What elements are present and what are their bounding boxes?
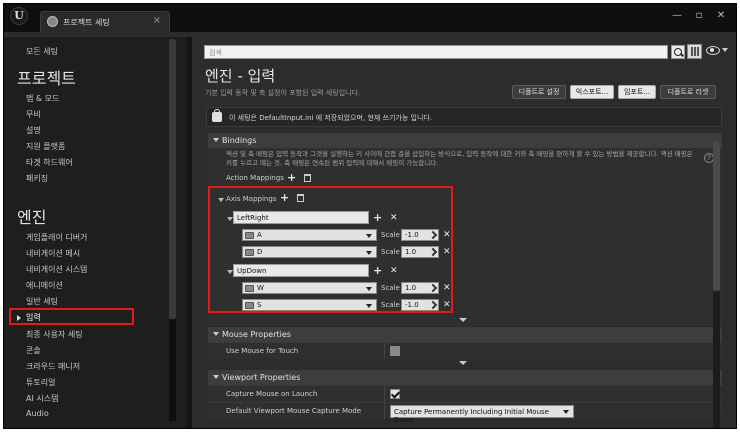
column-divider — [384, 343, 385, 359]
collapse-arrow-icon — [213, 138, 219, 142]
capture-mode-dropdown[interactable]: Capture Permanently Including Initial Mo… — [390, 405, 574, 424]
capture-mode-row: Default Viewport Mouse Capture Mode Capt… — [208, 402, 722, 424]
viewport-properties-title: Viewport Properties — [222, 373, 301, 382]
trash-icon[interactable] — [304, 174, 311, 182]
tab-label: 프로젝트 세팅 — [63, 18, 110, 27]
minimize-button[interactable]: — — [668, 9, 686, 23]
collapse-arrow-icon — [213, 375, 219, 379]
sidebar-item-gameplay-debugger[interactable]: 게임플레이 디버거 — [26, 232, 87, 243]
sidebar-item-maps-modes[interactable]: 맵 & 모드 — [26, 93, 59, 104]
sidebar-item-console[interactable]: 콘솔 — [26, 345, 41, 356]
sidebar-item-general-settings[interactable]: 일반 세팅 — [26, 296, 58, 307]
bindings-description: 액션 및 축 매핑은 입력 동작과 그것을 실행하는 키 사이에 간접 층을 삽… — [226, 150, 693, 167]
bindings-title: Bindings — [222, 136, 257, 145]
settings-scroll-thumb[interactable] — [713, 141, 720, 291]
sidebar-item-navigation-system[interactable]: 내비게이션 시스템 — [26, 264, 87, 275]
sidebar-item-ai-system[interactable]: AI 시스템 — [26, 393, 58, 404]
capture-mode-value: Capture Permanently Including Initial Mo… — [394, 408, 549, 424]
dropdown-caret-icon — [563, 410, 569, 414]
search-input[interactable]: 검색 — [204, 45, 668, 59]
capture-mouse-label: Capture Mouse on Launch — [226, 390, 318, 398]
sidebar-item-crowd-manager[interactable]: 크라우드 매니저 — [26, 361, 80, 372]
mouse-properties-title: Mouse Properties — [222, 330, 291, 339]
use-mouse-for-touch-checkbox[interactable] — [390, 346, 400, 356]
sidebar-item-description[interactable]: 설명 — [26, 125, 41, 136]
reset-to-defaults-button[interactable]: 디폴트로 리셋 — [660, 85, 716, 99]
config-notice: 이 세팅은 DefaultInput.ini 에 저장되었으며, 현재 쓰기가능… — [206, 107, 722, 127]
use-mouse-for-touch-label: Use Mouse for Touch — [226, 347, 299, 355]
page-subtitle: 기본 입력 동작 및 축 설정이 포함된 입력 세팅입니다. — [205, 89, 361, 97]
set-as-default-button[interactable]: 디폴트로 설정 — [512, 85, 566, 99]
sidebar-heading-project: 프로젝트 — [17, 69, 76, 88]
sidebar-item-target-hardware[interactable]: 타겟 하드웨어 — [26, 157, 73, 168]
sidebar-scroll-thumb[interactable] — [169, 39, 176, 319]
sidebar-item-navigation-mesh[interactable]: 내비게이션 메시 — [26, 248, 80, 259]
sidebar-item-audio[interactable]: Audio — [26, 409, 49, 418]
sidebar-item-end-user-settings[interactable]: 최종 사용자 세팅 — [26, 329, 83, 340]
notice-text: 이 세팅은 DefaultInput.ini 에 저장되었으며, 현재 쓰기가능… — [229, 114, 433, 122]
title-bar: U 프로젝트 세팅 × — ▫ ✕ — [4, 4, 736, 32]
close-window-button[interactable]: ✕ — [712, 9, 730, 23]
column-divider — [384, 386, 385, 402]
collapse-arrow-icon — [213, 332, 219, 336]
add-action-mapping-icon[interactable]: + — [287, 172, 296, 183]
capture-mouse-checkbox[interactable] — [390, 389, 400, 399]
settings-gear-icon — [47, 16, 58, 27]
tab-project-settings[interactable]: 프로젝트 세팅 × — [40, 11, 170, 32]
sidebar-item-tutorials[interactable]: 튜토리얼 — [26, 377, 55, 388]
sidebar-item-movies[interactable]: 무비 — [26, 109, 41, 120]
sidebar-item-packaging[interactable]: 패키징 — [26, 173, 48, 184]
capture-mode-label: Default Viewport Mouse Capture Mode — [226, 407, 362, 415]
settings-scrollbar[interactable] — [713, 141, 720, 428]
view-options-caret-icon[interactable] — [722, 48, 728, 52]
sidebar-item-animation[interactable]: 애니메이션 — [26, 280, 63, 291]
unreal-logo-icon: U — [10, 7, 28, 25]
settings-sidebar: 모든 세팅 프로젝트 맵 & 모드 무비 설명 지원 플랫폼 타겟 하드웨어 패… — [4, 37, 186, 428]
mouse-properties-section-header[interactable]: Mouse Properties — [208, 327, 722, 342]
search-icon[interactable] — [671, 45, 685, 59]
maximize-button[interactable]: ▫ — [690, 9, 708, 23]
sidebar-scrollbar[interactable] — [169, 39, 176, 421]
sidebar-heading-engine: 엔진 — [17, 208, 47, 227]
column-divider — [384, 403, 385, 419]
search-placeholder: 검색 — [209, 49, 222, 57]
grid-view-button[interactable] — [687, 44, 702, 59]
expand-advanced-icon[interactable] — [459, 361, 467, 365]
sidebar-input-highlight — [9, 308, 134, 325]
action-mappings-label: Action Mappings — [226, 174, 284, 182]
sidebar-item-all-settings[interactable]: 모든 세팅 — [26, 46, 58, 57]
bindings-section-header[interactable]: Bindings — [208, 133, 722, 148]
import-button[interactable]: 임포트... — [618, 85, 656, 99]
viewport-properties-section-header[interactable]: Viewport Properties — [208, 370, 722, 385]
use-mouse-for-touch-row: Use Mouse for Touch — [208, 342, 722, 359]
page-title: 엔진 - 입력 — [205, 67, 276, 85]
window-controls: — ▫ ✕ — [668, 9, 730, 23]
sidebar-item-supported-platforms[interactable]: 지원 플랫폼 — [26, 141, 65, 152]
eye-icon[interactable] — [706, 46, 720, 55]
unlock-icon — [212, 109, 222, 122]
export-button[interactable]: 익스포트... — [570, 85, 614, 99]
expand-advanced-icon[interactable] — [459, 318, 467, 322]
capture-mouse-row: Capture Mouse on Launch — [208, 385, 722, 402]
tab-close-icon[interactable]: × — [153, 15, 161, 26]
axis-mappings-highlight — [208, 186, 453, 313]
